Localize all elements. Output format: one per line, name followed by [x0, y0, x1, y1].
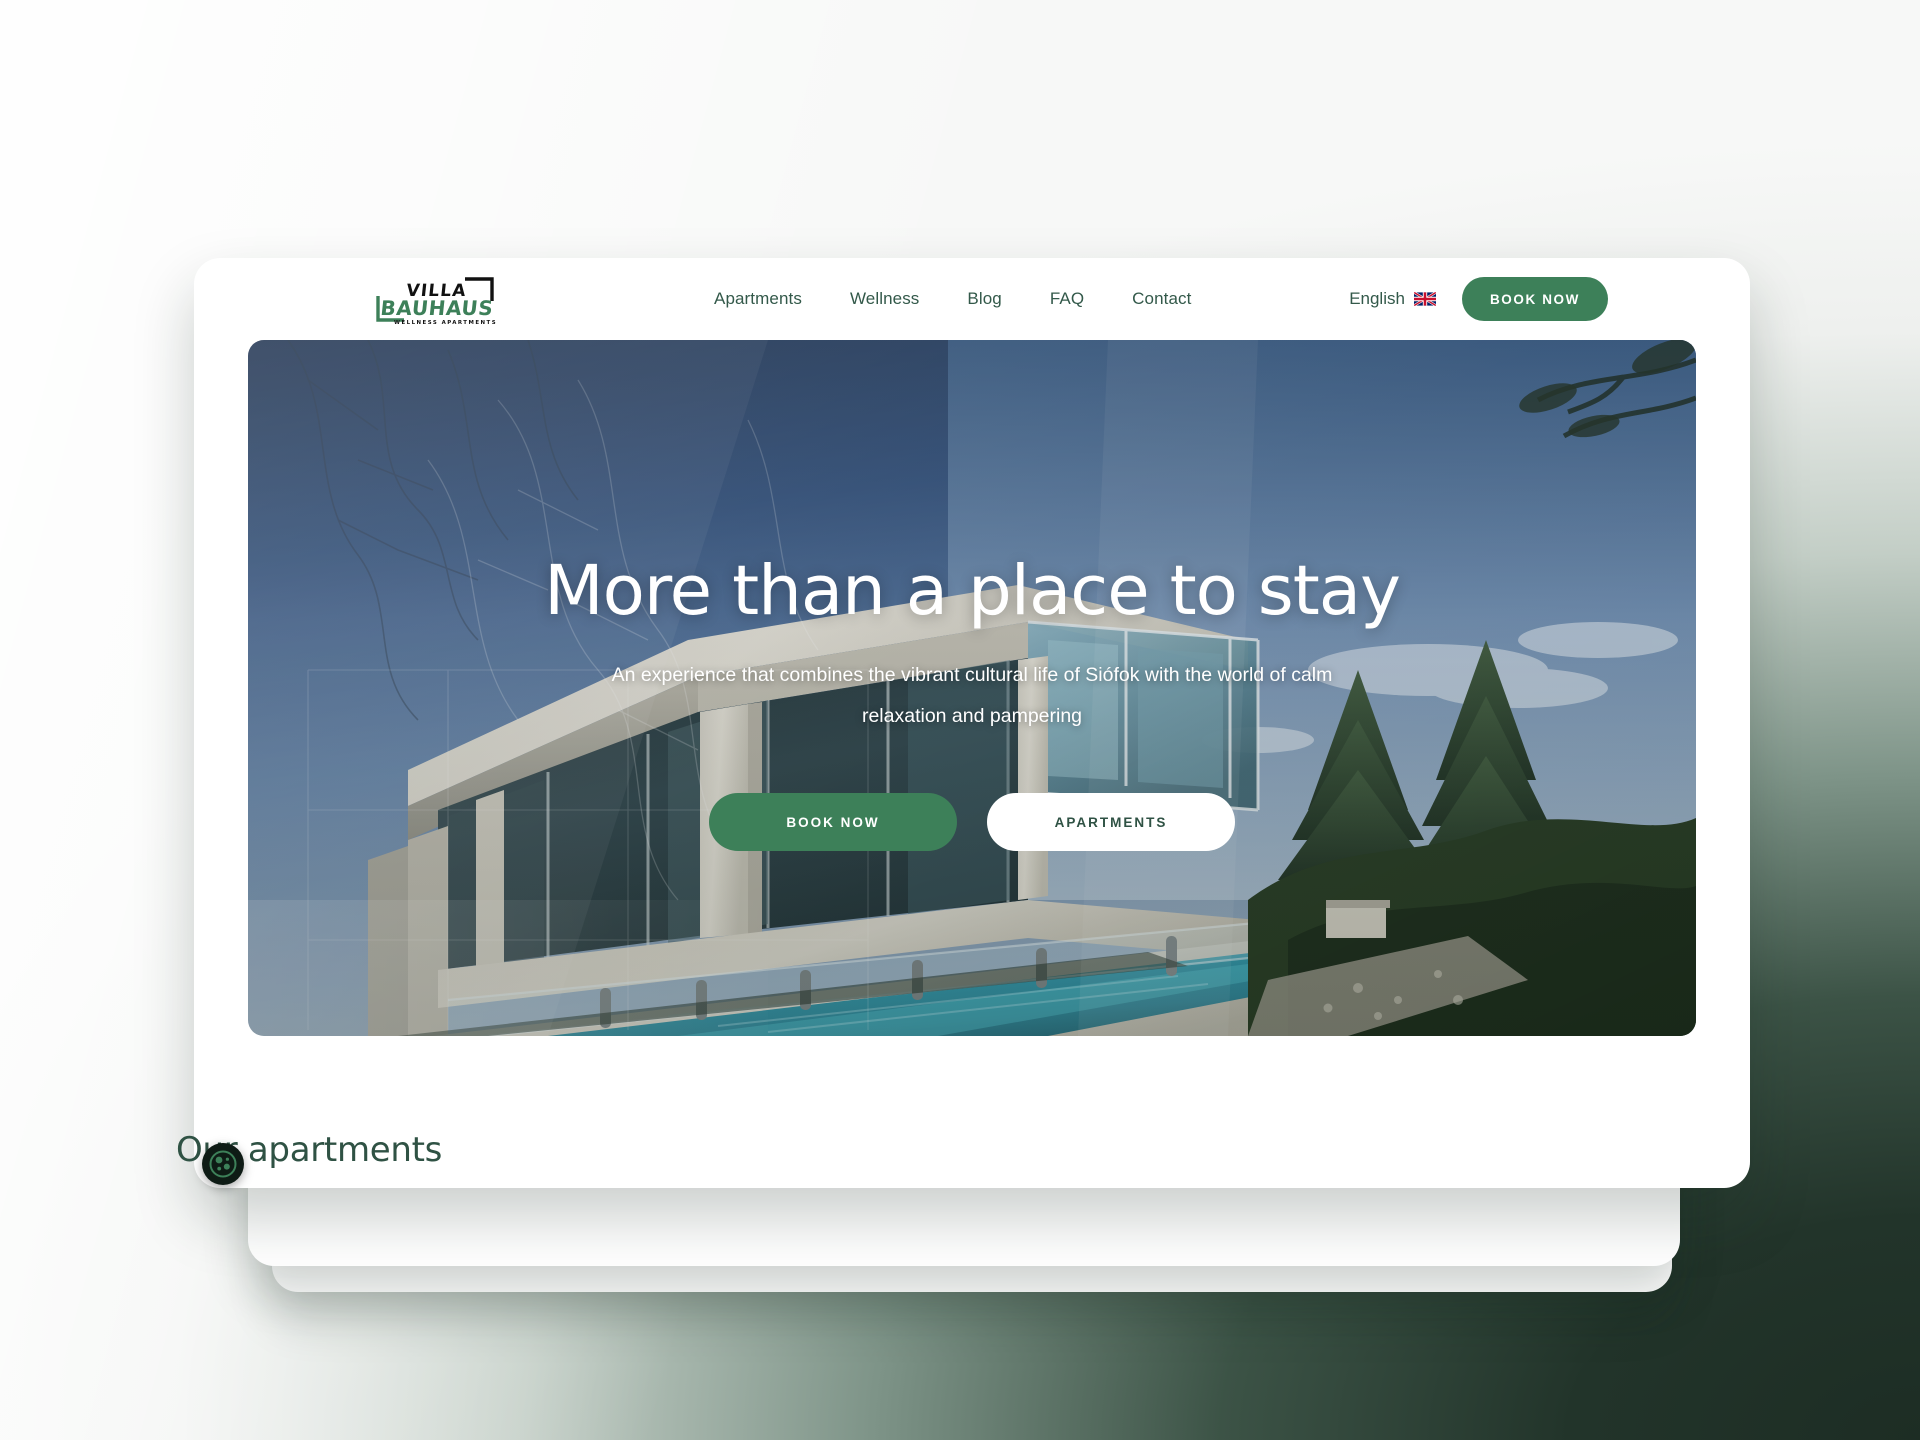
site-header: VILLA BAUHAUS WELLNESS APARTMENTS Apartm… [194, 258, 1750, 340]
uk-flag-icon [1413, 292, 1436, 306]
website-card: VILLA BAUHAUS WELLNESS APARTMENTS Apartm… [194, 258, 1750, 1188]
header-actions: English BOOK NOW [1349, 258, 1608, 340]
villa-bauhaus-logo[interactable]: VILLA BAUHAUS WELLNESS APARTMENTS [370, 276, 510, 328]
hero-apartments-button[interactable]: APARTMENTS [987, 793, 1235, 852]
nav-item-blog[interactable]: Blog [967, 289, 1001, 309]
nav-item-contact[interactable]: Contact [1132, 289, 1191, 309]
header-book-now-button[interactable]: BOOK NOW [1461, 277, 1608, 321]
svg-text:WELLNESS APARTMENTS: WELLNESS APARTMENTS [394, 320, 497, 326]
nav-item-wellness[interactable]: Wellness [850, 289, 919, 309]
hero-cta-group: BOOK NOW APARTMENTS [709, 793, 1235, 852]
cookie-icon [209, 1150, 237, 1178]
hero-content: More than a place to stay An experience … [248, 340, 1696, 1036]
cookie-settings-button[interactable] [202, 1143, 244, 1185]
nav-item-apartments[interactable]: Apartments [714, 289, 802, 309]
main-navigation: Apartments Wellness Blog FAQ Contact [714, 258, 1191, 340]
hero-title: More than a place to stay [544, 550, 1401, 631]
hero-section: More than a place to stay An experience … [248, 340, 1696, 1036]
hero-subtitle: An experience that combines the vibrant … [611, 664, 1333, 728]
language-selector[interactable]: English [1349, 289, 1436, 309]
svg-text:BAUHAUS: BAUHAUS [379, 296, 494, 320]
language-label: English [1349, 289, 1405, 308]
nav-item-faq[interactable]: FAQ [1050, 289, 1084, 309]
hero-book-now-button[interactable]: BOOK NOW [709, 793, 957, 852]
